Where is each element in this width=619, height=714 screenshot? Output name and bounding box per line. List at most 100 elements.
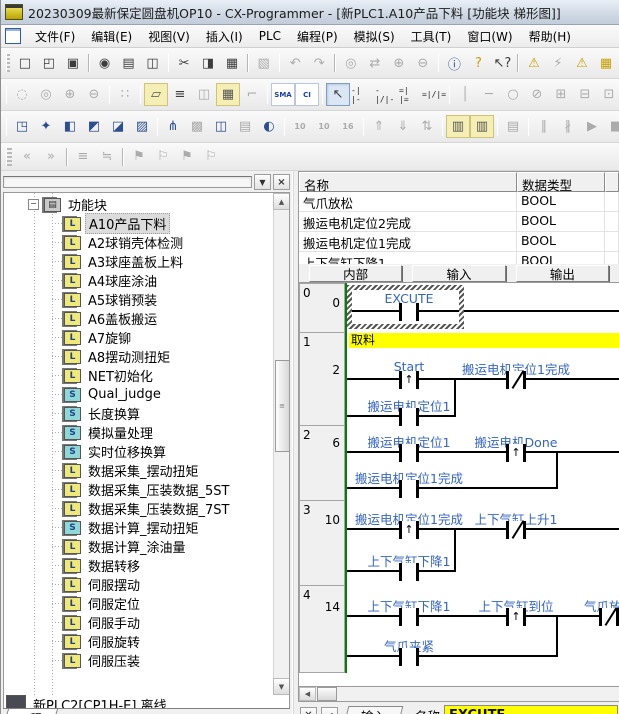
contact-up[interactable]: ↑ <box>506 444 526 462</box>
symbol-list-icon[interactable]: ≡ <box>168 83 192 106</box>
fb-parameter-icon[interactable]: ⊟ <box>573 83 597 106</box>
transfer-from-plc-icon[interactable]: ⇓ <box>391 115 415 138</box>
tree-item-function-block[interactable]: L数据采集_压装数据_5ST <box>4 480 273 499</box>
tree-item-function-block[interactable]: L数据转移 <box>4 556 273 575</box>
ladder-rung[interactable]: 310搬运电机定位1完成↑上下气缸上升1上下气缸下降1 <box>299 501 619 586</box>
tree-item-function-block[interactable]: L伺服旋转 <box>4 632 273 651</box>
io-comment-view-icon[interactable]: ▦ <box>216 83 240 106</box>
close-icon[interactable]: × <box>273 174 290 190</box>
rung-content[interactable]: 搬运电机定位1完成↑上下气缸上升1上下气缸下降1 <box>345 501 619 586</box>
tab-output[interactable]: 输出 <box>516 265 609 282</box>
symbol-table-icon[interactable]: ▤ <box>233 115 257 138</box>
contact-no[interactable] <box>399 648 419 666</box>
open-file-icon[interactable]: ◰ <box>37 52 61 75</box>
menu-item[interactable]: 帮助(H) <box>521 25 579 48</box>
monitor-view-icon[interactable]: ◫ <box>192 83 216 106</box>
contact-no[interactable] <box>399 480 419 498</box>
tab-project[interactable]: 工程 <box>2 709 58 714</box>
rung-margin[interactable]: 00 <box>299 283 345 333</box>
contact-no[interactable] <box>399 444 419 462</box>
program-check-icon[interactable]: ⚠ <box>570 52 594 75</box>
title-bar[interactable]: 20230309最新保定圆盘机OP10 - CX-Programmer - [新… <box>1 0 619 25</box>
ci-view-icon[interactable]: CI <box>295 83 319 106</box>
find-in-files-icon[interactable]: ◉ <box>93 52 117 75</box>
plc-node-row[interactable]: 新PLC2[CP1H-E] 离线 <box>3 695 290 708</box>
tree-item-function-block[interactable]: LA2球销壳体检测 <box>4 233 273 252</box>
smart-input-icon[interactable]: SMA <box>271 83 295 106</box>
toolbar-grip[interactable] <box>6 54 10 72</box>
cut-icon[interactable]: ✂ <box>172 52 196 75</box>
rung-margin[interactable]: 414 <box>299 586 345 673</box>
go-to-rung-comment-icon[interactable]: ≒ <box>95 145 119 168</box>
contact-no-icon[interactable]: -| |- <box>350 83 374 106</box>
zoom-custom-icon[interactable]: ◎ <box>34 83 58 106</box>
column-header-name[interactable]: 名称 <box>299 172 517 192</box>
menu-item[interactable]: 工具(T) <box>403 25 460 48</box>
tree-item-function-block[interactable]: LA6盖板搬运 <box>4 309 273 328</box>
scrollbar-thumb[interactable]: ≡ <box>275 360 290 452</box>
selected-symbol-name[interactable]: EXCUTE <box>444 705 618 714</box>
tree-scrollbar[interactable]: ▲ ≡ ▼ <box>273 193 289 695</box>
fb-instance-icon[interactable]: ⋔ <box>161 115 185 138</box>
print-preview-icon[interactable]: ◫ <box>141 52 165 75</box>
menu-item[interactable]: PLC <box>251 26 289 46</box>
tree-item-function-block[interactable]: L数据采集_压装数据_7ST <box>4 499 273 518</box>
tree-item-function-block[interactable]: S长度换算 <box>4 404 273 423</box>
pause-with-trigger-icon[interactable]: ∦ <box>556 115 580 138</box>
collapse-icon[interactable]: − <box>28 199 39 210</box>
set-value-icon[interactable]: ⚐ <box>199 145 223 168</box>
vertical-line-icon[interactable]: │ <box>453 83 477 106</box>
tree-node-function-blocks[interactable]: −▤功能块 <box>4 195 273 214</box>
tree-item-function-block[interactable]: S实时位移换算 <box>4 442 273 461</box>
contact-no[interactable] <box>399 563 419 581</box>
paste-icon[interactable]: ▦ <box>220 52 244 75</box>
tree-item-function-block[interactable]: LA10产品下料 <box>4 214 273 233</box>
tree-item-function-block[interactable]: L伺服压装 <box>4 651 273 670</box>
redo-icon[interactable]: ↷ <box>307 52 331 75</box>
hscrollbar-thumb[interactable] <box>317 687 337 701</box>
tree-item-function-block[interactable]: LA7旋铆 <box>4 328 273 347</box>
pause-icon[interactable]: ∥ <box>532 115 556 138</box>
previous-reference-icon[interactable]: « <box>15 145 39 168</box>
scroll-down-icon[interactable]: ▼ <box>273 678 290 695</box>
grid-toggle-icon[interactable]: ∷ <box>113 83 137 106</box>
contact-nc-icon[interactable]: -|/|- <box>374 83 398 106</box>
contact-up[interactable]: ↑ <box>399 521 419 539</box>
find-icon[interactable]: ◎ <box>339 52 363 75</box>
force-cancel-icon[interactable]: ⚑ <box>175 145 199 168</box>
select-pointer-icon[interactable]: ↖ <box>326 83 350 106</box>
zoom-in-icon[interactable]: ⊕ <box>58 83 82 106</box>
table-row[interactable]: 搬运电机定位1完成BOOL <box>299 232 619 252</box>
pan-tool-icon[interactable]: ◌ <box>10 83 34 106</box>
radix-hex-icon[interactable]: 16 <box>336 115 360 138</box>
tree-view-icon[interactable]: ⌐ <box>240 83 264 106</box>
online-edit-icon[interactable]: ▤ <box>501 115 525 138</box>
fb-instruction-icon[interactable]: ⊞ <box>549 83 573 106</box>
menu-item[interactable]: 编程(P) <box>289 25 346 48</box>
force-reset-icon[interactable]: ⚐ <box>151 145 175 168</box>
table-row[interactable]: 上下气缸下降1BOOL <box>299 252 619 264</box>
tree-item-function-block[interactable]: S数据计算_摆动扭矩 <box>4 518 273 537</box>
toolbar-grip[interactable] <box>6 118 7 136</box>
next-reference-icon[interactable]: » <box>39 145 63 168</box>
coil-closed-icon[interactable]: ⊘ <box>525 83 549 106</box>
rung-comment-icon[interactable]: ▱ <box>144 83 168 106</box>
run-simulator-icon[interactable]: ▶ <box>580 115 604 138</box>
copy-icon[interactable]: ◨ <box>196 52 220 75</box>
new-file-icon[interactable]: □ <box>13 52 37 75</box>
compile-icon[interactable]: ⚠ <box>522 52 546 75</box>
contact-or-no-icon[interactable]: =| |= <box>398 83 422 106</box>
tree-item-function-block[interactable]: LA5球销预装 <box>4 290 273 309</box>
table-row[interactable]: 气爪放松BOOL <box>299 192 619 212</box>
contact-nc[interactable] <box>599 608 619 626</box>
tree-item-function-block[interactable]: SQual_judge <box>4 385 273 404</box>
rung-content[interactable]: 搬运电机定位1搬运电机Done↑搬运电机定位1完成 <box>345 426 619 501</box>
coil-icon[interactable]: ○ <box>501 83 525 106</box>
contact-nc[interactable] <box>506 371 526 389</box>
tree-item-function-block[interactable]: L数据采集_摆动扭矩 <box>4 461 273 480</box>
bookmark-icon[interactable]: ⊖ <box>411 52 435 75</box>
rung-content[interactable]: 上下气缸下降1上下气缸到位↑气爪放松气爪夹紧 <box>345 586 619 673</box>
zoom-out-icon[interactable]: ⊖ <box>82 83 106 106</box>
contact-nc[interactable] <box>506 521 526 539</box>
tree-item-function-block[interactable]: LNET初始化 <box>4 366 273 385</box>
